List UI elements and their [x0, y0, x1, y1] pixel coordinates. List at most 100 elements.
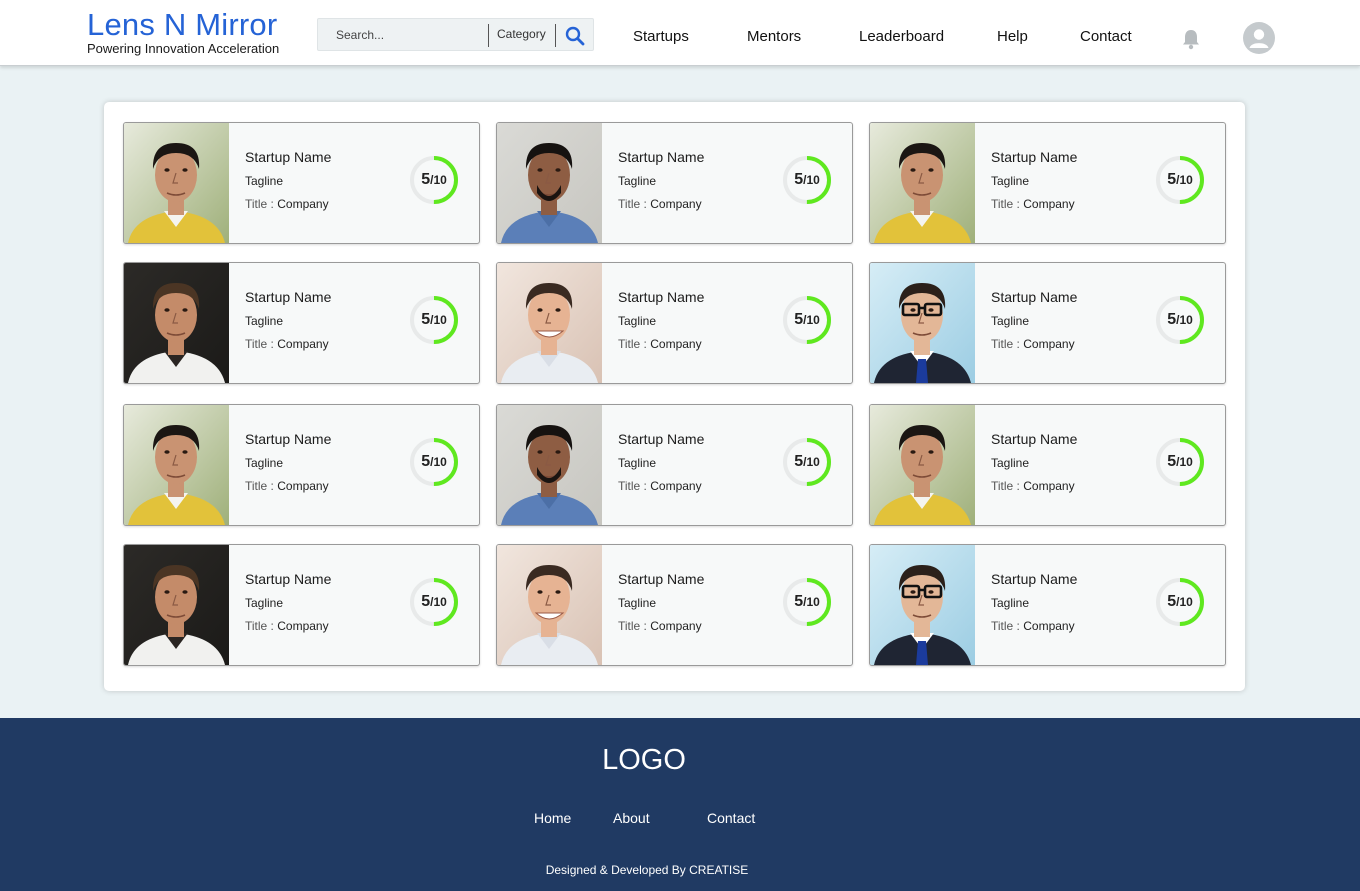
score-text: 5/10: [408, 436, 460, 488]
score-ring: 5/10: [408, 294, 460, 346]
startup-title-row: Title : Company: [618, 619, 702, 633]
startup-name[interactable]: Startup Name: [245, 571, 331, 587]
score-value: 5: [421, 171, 431, 188]
nav-contact[interactable]: Contact: [1080, 28, 1132, 45]
startup-photo: [870, 405, 975, 525]
startup-card[interactable]: Startup Name Tagline Title : Company 5/10: [123, 544, 480, 666]
footer-link-about[interactable]: About: [613, 810, 650, 826]
startup-title-row: Title : Company: [245, 337, 329, 351]
startup-name[interactable]: Startup Name: [618, 571, 704, 587]
startup-photo: [497, 123, 602, 243]
brand[interactable]: Lens N Mirror Powering Innovation Accele…: [87, 8, 279, 56]
title-label: Title :: [991, 479, 1020, 493]
score-value: 5: [794, 311, 804, 328]
title-label: Title :: [245, 197, 274, 211]
footer-link-home[interactable]: Home: [534, 810, 571, 826]
search-divider: [555, 24, 556, 47]
score-max: /10: [430, 455, 447, 469]
title-label: Title :: [245, 479, 274, 493]
title-label: Title :: [618, 619, 647, 633]
user-avatar-icon[interactable]: [1243, 22, 1275, 54]
startup-title-row: Title : Company: [618, 479, 702, 493]
title-label: Title :: [245, 337, 274, 351]
startup-name[interactable]: Startup Name: [245, 289, 331, 305]
startup-tagline: Tagline: [618, 174, 657, 188]
startup-card[interactable]: Startup Name Tagline Title : Company 5/10: [869, 122, 1226, 244]
nav-mentors[interactable]: Mentors: [747, 28, 801, 45]
score-text: 5/10: [781, 436, 833, 488]
startup-name[interactable]: Startup Name: [245, 431, 331, 447]
startup-title-row: Title : Company: [245, 197, 329, 211]
score-value: 5: [794, 171, 804, 188]
startup-photo: [124, 263, 229, 383]
score-max: /10: [803, 173, 820, 187]
search-icon[interactable]: [564, 25, 586, 47]
score-ring: 5/10: [1154, 154, 1206, 206]
title-label: Title :: [991, 337, 1020, 351]
search-input[interactable]: [326, 24, 486, 46]
startup-tagline: Tagline: [991, 596, 1030, 610]
title-label: Title :: [618, 197, 647, 211]
startup-title-row: Title : Company: [991, 197, 1075, 211]
score-text: 5/10: [781, 294, 833, 346]
startup-card[interactable]: Startup Name Tagline Title : Company 5/10: [496, 544, 853, 666]
company-name: Company: [277, 197, 329, 211]
score-value: 5: [1167, 593, 1177, 610]
startup-card[interactable]: Startup Name Tagline Title : Company 5/10: [869, 262, 1226, 384]
brand-title[interactable]: Lens N Mirror: [87, 8, 279, 42]
startup-card[interactable]: Startup Name Tagline Title : Company 5/10: [496, 122, 853, 244]
startup-title-row: Title : Company: [245, 479, 329, 493]
startup-name[interactable]: Startup Name: [991, 289, 1077, 305]
score-max: /10: [430, 313, 447, 327]
startup-tagline: Tagline: [245, 174, 284, 188]
startup-name[interactable]: Startup Name: [991, 149, 1077, 165]
startup-name[interactable]: Startup Name: [991, 571, 1077, 587]
startup-tagline: Tagline: [618, 456, 657, 470]
footer-logo[interactable]: LOGO: [0, 744, 1288, 777]
startup-card[interactable]: Startup Name Tagline Title : Company 5/10: [496, 404, 853, 526]
company-name: Company: [1023, 337, 1075, 351]
nav-startups[interactable]: Startups: [633, 28, 689, 45]
startup-name[interactable]: Startup Name: [991, 431, 1077, 447]
score-ring: 5/10: [781, 436, 833, 488]
score-ring: 5/10: [1154, 294, 1206, 346]
footer-link-contact[interactable]: Contact: [707, 810, 755, 826]
score-text: 5/10: [408, 576, 460, 628]
score-ring: 5/10: [781, 294, 833, 346]
company-name: Company: [1023, 479, 1075, 493]
startup-card[interactable]: Startup Name Tagline Title : Company 5/10: [496, 262, 853, 384]
startup-card[interactable]: Startup Name Tagline Title : Company 5/10: [123, 122, 480, 244]
title-label: Title :: [991, 619, 1020, 633]
category-dropdown[interactable]: Category: [497, 27, 546, 41]
bell-icon[interactable]: [1181, 28, 1201, 50]
startup-tagline: Tagline: [245, 456, 284, 470]
score-max: /10: [430, 595, 447, 609]
search-divider: [488, 24, 489, 47]
nav-leaderboard[interactable]: Leaderboard: [859, 28, 944, 45]
startup-title-row: Title : Company: [991, 619, 1075, 633]
startup-name[interactable]: Startup Name: [245, 149, 331, 165]
startup-card[interactable]: Startup Name Tagline Title : Company 5/10: [869, 404, 1226, 526]
score-text: 5/10: [781, 576, 833, 628]
startup-name[interactable]: Startup Name: [618, 289, 704, 305]
startup-title-row: Title : Company: [245, 619, 329, 633]
startup-card[interactable]: Startup Name Tagline Title : Company 5/10: [123, 404, 480, 526]
startup-card-grid: Startup Name Tagline Title : Company 5/10 St…: [104, 102, 1245, 691]
score-value: 5: [1167, 171, 1177, 188]
score-value: 5: [421, 593, 431, 610]
startup-name[interactable]: Startup Name: [618, 149, 704, 165]
startup-name[interactable]: Startup Name: [618, 431, 704, 447]
title-label: Title :: [618, 337, 647, 351]
startup-photo: [497, 405, 602, 525]
score-text: 5/10: [408, 154, 460, 206]
score-ring: 5/10: [781, 576, 833, 628]
score-ring: 5/10: [1154, 436, 1206, 488]
startup-photo: [124, 545, 229, 665]
company-name: Company: [650, 479, 702, 493]
nav-help[interactable]: Help: [997, 28, 1028, 45]
startup-tagline: Tagline: [245, 314, 284, 328]
startup-card[interactable]: Startup Name Tagline Title : Company 5/10: [123, 262, 480, 384]
score-text: 5/10: [1154, 436, 1206, 488]
startup-card[interactable]: Startup Name Tagline Title : Company 5/10: [869, 544, 1226, 666]
startup-title-row: Title : Company: [991, 479, 1075, 493]
